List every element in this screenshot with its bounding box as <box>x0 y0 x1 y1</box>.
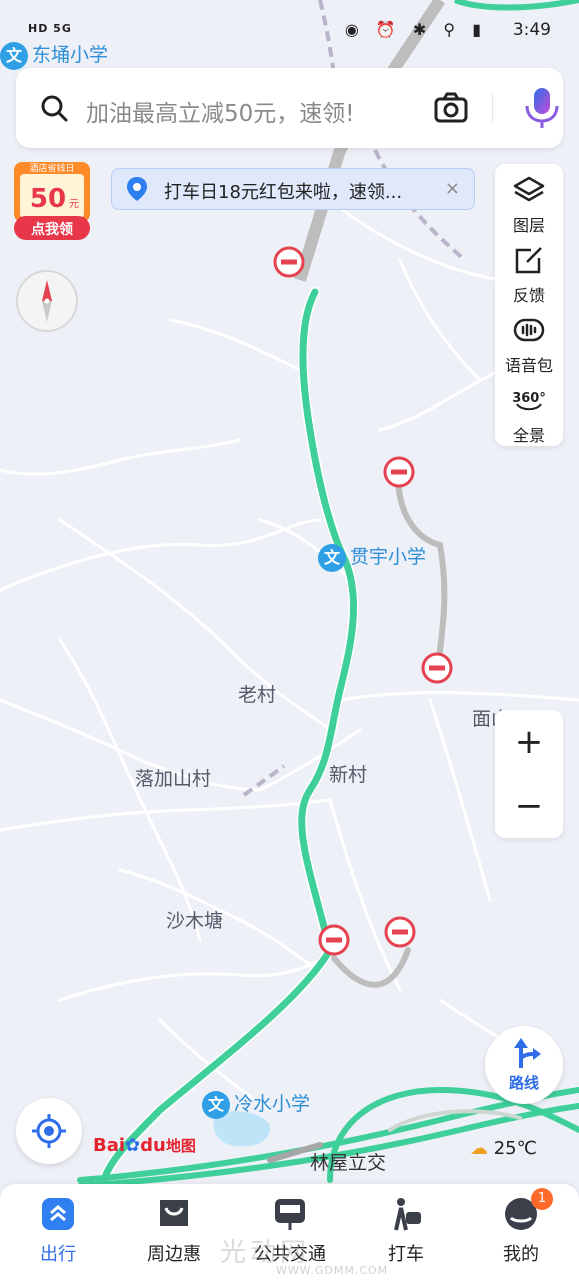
notice-text: 打车日18元红包来啦，速领... <box>164 182 403 203</box>
closure-marker <box>384 916 416 948</box>
place-label: 老村 <box>238 684 277 706</box>
camera-icon[interactable] <box>433 90 469 126</box>
promo-button: 点我领 <box>31 221 73 238</box>
closure-marker <box>318 924 350 956</box>
tab-profile[interactable]: 1 我的 <box>471 1188 571 1276</box>
status-icons: ◉ ⏰ ✱ ⚲ ▮ <box>344 20 487 39</box>
promo-unit: 元 <box>69 199 79 210</box>
travel-icon <box>42 1198 74 1230</box>
place-label: 林屋立交 <box>310 1152 387 1174</box>
promo-notice-banner[interactable]: 打车日18元红包来啦，速领... × <box>111 168 475 210</box>
place-label: 沙木塘 <box>166 910 224 932</box>
layers-icon <box>513 176 545 202</box>
search-bar[interactable]: 加油最高立减50元，速领! <box>16 68 563 148</box>
voice-pack-icon <box>513 318 545 342</box>
taxi-icon <box>394 1198 421 1231</box>
promo-top-text: 酒店省钱日 <box>29 162 74 174</box>
tab-label: 我的 <box>503 1244 539 1265</box>
zoom-in-button[interactable]: + <box>495 710 563 774</box>
feedback-icon <box>515 247 542 274</box>
closure-marker <box>421 652 453 684</box>
closure-marker <box>383 456 415 488</box>
weather-widget[interactable]: ☁ 25℃ <box>470 1138 537 1159</box>
place-label: 落加山村 <box>135 768 212 790</box>
locate-icon <box>32 1114 66 1148</box>
poi-label[interactable]: 文贯宇小学 <box>318 542 426 572</box>
status-bar: HD 5G ◉ ⏰ ✱ ⚲ ▮ 3:49 <box>0 18 579 46</box>
tab-travel[interactable]: 出行 <box>8 1196 108 1276</box>
locate-me-button[interactable] <box>16 1098 82 1164</box>
zoom-control: + − <box>495 710 563 838</box>
status-time: 3:49 <box>512 20 551 40</box>
public-transit-icon <box>275 1199 305 1230</box>
search-divider <box>492 94 493 122</box>
route-arrow-icon <box>514 1038 541 1068</box>
layers-button[interactable]: 图层 <box>495 168 563 238</box>
panorama-button[interactable]: 360° 全景 <box>495 378 563 448</box>
search-input[interactable]: 加油最高立减50元，速领! <box>86 94 355 128</box>
tab-label: 周边惠 <box>147 1244 201 1265</box>
voice-pack-button[interactable]: 语音包 <box>495 308 563 378</box>
tab-label: 出行 <box>40 1244 76 1265</box>
baidu-map-logo: Bai✿du地图 <box>93 1135 196 1156</box>
weather-temperature: 25℃ <box>493 1138 537 1159</box>
feedback-button[interactable]: 反馈 <box>495 238 563 308</box>
watermark-url: WWW.GDMM.COM <box>276 1264 389 1277</box>
panorama-label: 全景 <box>512 426 545 445</box>
nearby-deals-icon <box>160 1200 188 1226</box>
notification-count-badge: 1 <box>531 1188 553 1210</box>
school-poi-icon: 文 <box>202 1090 230 1119</box>
status-left: HD 5G <box>28 22 72 35</box>
compass-icon <box>42 280 52 322</box>
cloudy-weather-icon: ☁ <box>470 1138 488 1159</box>
route-button[interactable]: 路线 <box>485 1026 563 1104</box>
place-label: 新村 <box>329 764 368 786</box>
compass-button[interactable] <box>16 270 78 332</box>
layers-label: 图层 <box>512 216 545 235</box>
promo-amount: 50 <box>30 184 66 214</box>
paw-icon: ✿ <box>125 1135 141 1156</box>
tab-label: 打车 <box>388 1244 424 1265</box>
route-label: 路线 <box>508 1074 539 1092</box>
voice-search-icon[interactable] <box>522 86 562 130</box>
feedback-label: 反馈 <box>512 286 545 305</box>
voice-pack-label: 语音包 <box>504 356 553 375</box>
hotel-promo-badge[interactable]: 酒店省钱日 50 元 点我领 <box>12 160 92 242</box>
search-icon <box>41 95 68 122</box>
panorama-360-icon: 360° <box>513 391 545 411</box>
tab-nearby-deals[interactable]: 周边惠 <box>124 1196 224 1276</box>
school-poi-icon: 文 <box>318 543 346 572</box>
closure-marker <box>273 246 305 278</box>
location-pin-icon <box>127 177 147 201</box>
map-tools-panel: 图层 反馈 语音包 360° 全景 <box>495 164 563 446</box>
close-icon[interactable]: × <box>445 178 460 199</box>
zoom-out-button[interactable]: − <box>495 774 563 838</box>
poi-label[interactable]: 文冷水小学 <box>202 1089 310 1119</box>
